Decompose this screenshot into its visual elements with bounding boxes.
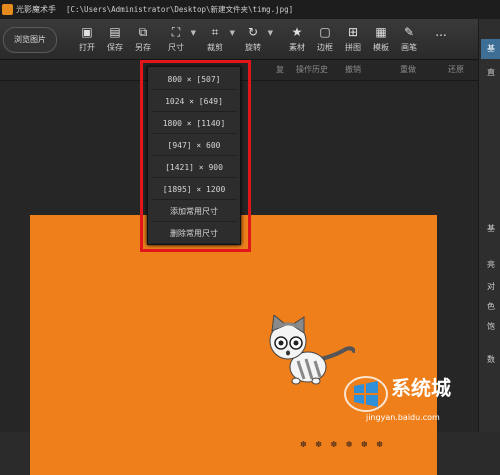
resize-icon: ⛶ [171,25,181,39]
brush-button[interactable]: ✎ 画笔 [396,23,422,57]
panel-label: 直 [487,68,495,77]
panel-label: 对 [487,282,495,291]
image-canvas[interactable]: ✽ ✽ ✽ ✽ ✽ ✽ [30,215,437,475]
panel-label: 基 [487,224,495,233]
brush-icon: ✎ [403,25,415,39]
panel-label: 饱 [487,322,495,331]
file-path: [C:\Users\Administrator\Desktop\新建文件夹\ti… [66,5,294,14]
app-name: 光影魔术手 [16,5,56,14]
panel-label: 色 [487,302,495,311]
crop-button[interactable]: ⌗ 裁剪 ▼ [202,23,235,57]
main-toolbar: 浏览图片 ▣ 打开 ▤ 保存 ⧉ 另存 ⛶ 尺寸 ▼ ⌗ 裁剪 ▼ ↻ 旋转 ▼… [0,19,500,60]
crop-icon: ⌗ [211,25,219,39]
browse-images-button[interactable]: 浏览图片 [3,27,57,53]
more-icon: ... [435,25,447,39]
windows-logo-icon [344,376,388,412]
redo-button[interactable]: 重做 [400,64,416,75]
rotate-icon: ↻ [247,25,259,39]
save-as-button[interactable]: ⧉ 另存 [130,23,156,57]
app-icon [2,4,13,15]
history-button[interactable]: 操作历史 [296,64,328,75]
template-icon: ▦ [375,25,387,39]
chevron-down-icon[interactable]: ▼ [191,29,196,37]
highlight-annotation-box [140,60,251,252]
material-button[interactable]: ★ 素材 [284,23,310,57]
right-panel: 基 直 基 亮 对 色 饱 数 [478,19,500,432]
chevron-down-icon[interactable]: ▼ [268,29,273,37]
border-button[interactable]: ▢ 边框 [312,23,338,57]
more-button[interactable]: ... [428,23,454,57]
template-button[interactable]: ▦ 模板 [368,23,394,57]
title-bar: 光影魔术手 [C:\Users\Administrator\Desktop\新建… [0,0,500,19]
open-button[interactable]: ▣ 打开 [74,23,100,57]
collage-icon: ⊞ [347,25,359,39]
chevron-down-icon[interactable]: ▼ [230,29,235,37]
panel-label: 数 [487,355,495,364]
save-button[interactable]: ▤ 保存 [102,23,128,57]
collage-button[interactable]: ⊞ 拼图 [340,23,366,57]
paw-prints-decoration: ✽ ✽ ✽ ✽ ✽ ✽ [300,440,386,449]
restore-label: 复 [276,65,284,74]
open-icon: ▣ [81,25,93,39]
watermark-text: 系统城 [391,376,451,400]
cat-illustration [269,315,355,385]
watermark-url: jingyan.baidu.com [366,413,440,422]
border-icon: ▢ [319,25,331,39]
rotate-button[interactable]: ↻ 旋转 ▼ [240,23,273,57]
restore-all-button[interactable]: 还原 [448,64,464,75]
size-button[interactable]: ⛶ 尺寸 ▼ [163,23,196,57]
basic-tab[interactable]: 基 [481,39,500,59]
material-icon: ★ [291,25,303,39]
panel-label: 亮 [487,260,495,269]
undo-button[interactable]: 撤销 [345,64,361,75]
save-icon: ▤ [109,25,121,39]
save-as-icon: ⧉ [138,25,148,39]
watermark: 系统城 jingyan.baidu.com [344,368,478,432]
